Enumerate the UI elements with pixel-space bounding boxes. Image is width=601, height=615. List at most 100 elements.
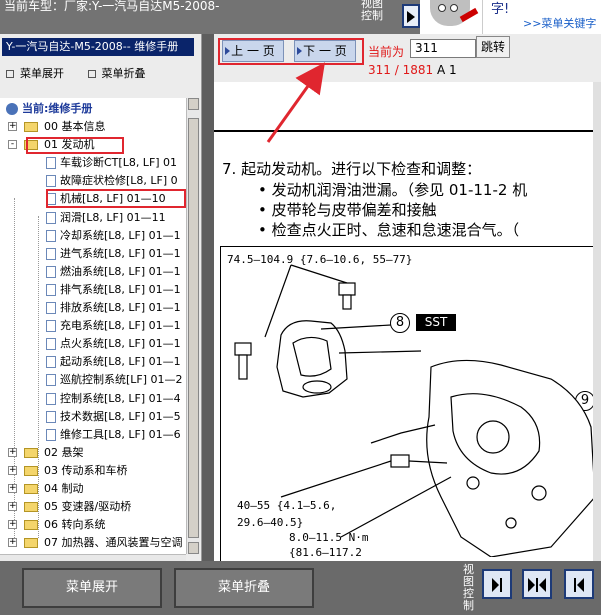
tree-node-label: 02 悬架 (44, 445, 84, 459)
document-icon (46, 320, 56, 333)
tree-node-label: 05 变速器/驱动桥 (44, 500, 132, 514)
tree-item[interactable]: 排放系统[L8, LF] 01—1 (46, 299, 181, 317)
jump-button[interactable]: 跳转 (476, 36, 510, 58)
tree-item[interactable]: 技术数据[L8, LF] 01—5 (46, 408, 181, 426)
prev-page-label: 上 一 页 (231, 44, 275, 58)
tree-node-label: 润滑[L8, LF] 01—11 (60, 210, 166, 224)
document-icon (46, 211, 56, 224)
tree-node-label: 冷却系统[L8, LF] 01—1 (60, 228, 181, 242)
tree-item[interactable]: 机械[L8, LF] 01—10 (46, 190, 166, 208)
tree-folder[interactable]: +00 基本信息 (8, 118, 106, 136)
tree-folder[interactable]: +03 传动系和车桥 (8, 462, 128, 480)
scroll-thumb[interactable] (188, 118, 199, 538)
document-page: 7. 起动发动机。进行以下检查和调整： • 发动机润滑油泄漏。（参见 01-11… (214, 82, 601, 561)
tree-node-label: 07 加热器、通风装置与空调 (44, 536, 183, 550)
expand-node-icon[interactable]: + (8, 484, 17, 493)
menu-panel-title: Y-一汽马自达-M5-2008-- 维修手册 (2, 38, 194, 56)
scroll-down-button[interactable] (188, 542, 199, 554)
bubble-text: 字! (491, 2, 510, 17)
arrow-right-icon (297, 47, 302, 55)
tree-item[interactable]: 充电系统[L8, LF] 01—1 (46, 317, 181, 335)
next-page-label: 下 一 页 (303, 44, 347, 58)
bullet-item: • 检查点火正时、怠速和怠速混合气。（ (258, 221, 520, 239)
expand-node-icon[interactable]: + (8, 502, 17, 512)
tree-node-label: 巡航控制系统[LF] 01—2 (60, 373, 183, 387)
tree-item[interactable]: 起动系统[L8, LF] 01—1 (46, 353, 181, 371)
tree-item[interactable]: 巡航控制系统[LF] 01—2 (46, 371, 183, 389)
tree-root[interactable]: 当前:维修手册 (6, 100, 92, 118)
tree-node-label: 点火系统[L8, LF] 01—1 (60, 337, 181, 351)
view-control-label: 视图控制 (361, 0, 383, 22)
tree-folder[interactable]: +05 变速器/驱动桥 (8, 498, 132, 516)
tree-folder[interactable]: +04 制动 (8, 480, 84, 498)
show-both-panels-button[interactable] (522, 569, 552, 599)
tree-item[interactable]: 排气系统[L8, LF] 01—1 (46, 281, 181, 299)
next-page-button[interactable]: 下 一 页 (294, 40, 356, 62)
view-toggle-button[interactable] (402, 4, 420, 28)
tree-node-label: 进气系统[L8, LF] 01—1 (60, 246, 181, 260)
folder-icon (24, 447, 38, 458)
page-number-input[interactable]: 311 (410, 39, 476, 58)
document-scrollbar[interactable] (593, 82, 601, 561)
tree-item[interactable]: 润滑[L8, LF] 01—11 (46, 209, 166, 227)
menu-keyword-link[interactable]: >>菜单关键字 (523, 15, 596, 31)
expand-node-icon[interactable]: + (8, 520, 17, 530)
collapse-node-icon[interactable]: - (8, 140, 17, 150)
document-icon (46, 392, 56, 405)
expand-all-label: 菜单展开 (20, 67, 64, 80)
folder-icon (24, 520, 38, 531)
tree-node-label: 01 发动机 (44, 138, 95, 152)
collapse-all-link[interactable]: 菜单折叠 (87, 67, 156, 80)
tree-item[interactable]: 维修工具[L8, LF] 01—6 (46, 426, 181, 444)
expand-node-icon[interactable]: + (8, 122, 17, 131)
tree-item[interactable]: 控制系统[L8, LF] 01—4 (46, 390, 181, 408)
tree-folder[interactable]: +02 悬架 (8, 444, 84, 462)
document-icon (46, 410, 56, 423)
page-rule (214, 130, 601, 132)
tree-node-label: 维修工具[L8, LF] 01—6 (60, 427, 181, 441)
tree-item[interactable]: 点火系统[L8, LF] 01—1 (46, 335, 181, 353)
collapse-all-label: 菜单折叠 (101, 67, 146, 80)
bottom-bar: 菜单展开 菜单折叠 视图控制 (0, 561, 601, 615)
page-count: 311 / 1881 A 1 (368, 63, 457, 77)
tree-node-label: 起动系统[L8, LF] 01—1 (60, 355, 181, 369)
menu-panel: Y-一汽马自达-M5-2008-- 维修手册 菜单展开 菜单折叠 当前:维修手册… (0, 34, 202, 561)
step-heading: 7. 起动发动机。进行以下检查和调整： (222, 160, 482, 178)
show-document-only-button[interactable] (482, 569, 512, 599)
tree-item[interactable]: 故障症状检修[L8, LF] 0 (46, 172, 178, 190)
tree-node-label: 机械[L8, LF] 01—10 (60, 192, 166, 206)
collapse-menu-button[interactable]: 菜单折叠 (174, 568, 314, 608)
tree-folder[interactable]: - 01 发动机 (8, 136, 95, 154)
expand-node-icon[interactable]: + (8, 447, 17, 457)
document-icon (46, 338, 56, 351)
expand-menu-button[interactable]: 菜单展开 (22, 568, 162, 608)
bullet-item: • 发动机润滑油泄漏。（参见 01-11-2 机 (258, 181, 528, 199)
expand-all-link[interactable]: 菜单展开 (6, 67, 74, 80)
view-control-label: 视图控制 (463, 563, 474, 612)
prev-page-button[interactable]: 上 一 页 (222, 40, 284, 62)
tree-folder[interactable]: +07 加热器、通风装置与空调 (8, 534, 183, 552)
document-icon (46, 265, 56, 278)
menu-horizontal-scrollbar[interactable] (0, 554, 186, 561)
tree-item[interactable]: 进气系统[L8, LF] 01—1 (46, 245, 181, 263)
document-icon (46, 283, 56, 296)
tree-node-label: 04 制动 (44, 482, 84, 495)
tree-item[interactable]: 车载诊断CT[L8, LF] 01 (46, 154, 177, 172)
engine-mount-drawing (234, 264, 596, 557)
show-menu-only-button[interactable] (564, 569, 594, 599)
tree-item[interactable]: 冷却系统[L8, LF] 01—1 (46, 227, 181, 245)
current-page-label: 当前为 (368, 45, 405, 59)
menu-vertical-scrollbar[interactable] (186, 98, 200, 554)
tree-item[interactable]: 燃油系统[L8, LF] 01—1 (46, 263, 181, 281)
arrow-right-icon (225, 47, 230, 55)
collapse-icon (87, 70, 96, 78)
tree-node-label: 车载诊断CT[L8, LF] 01 (60, 156, 178, 170)
scroll-up-button[interactable] (188, 98, 199, 110)
expand-node-icon[interactable]: + (8, 538, 17, 548)
document-icon (46, 428, 56, 441)
expand-node-icon[interactable]: + (8, 465, 17, 475)
tree-node-label: 充电系统[L8, LF] 01—1 (60, 319, 181, 333)
panel-splitter[interactable] (202, 34, 214, 561)
tree-folder[interactable]: +06 转向系统 (8, 516, 106, 534)
document-toolbar: 上 一 页 下 一 页 当前为 311 跳转 311 / 1881 A 1 (214, 34, 601, 82)
